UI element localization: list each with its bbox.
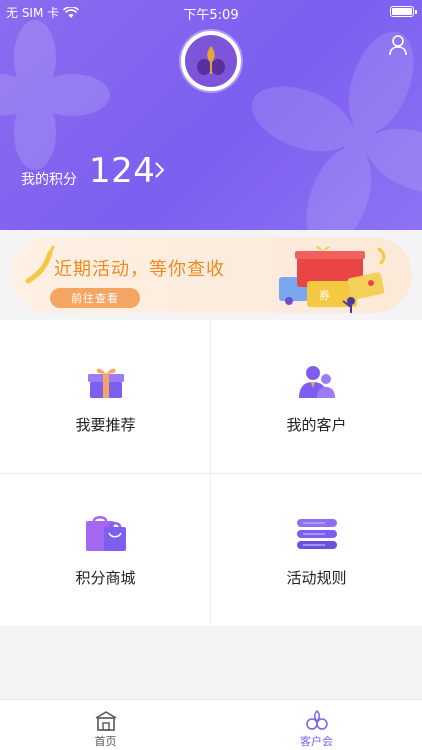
gift-coupon-illustration: 券 <box>279 246 386 313</box>
points-value[interactable]: 124 <box>89 151 155 191</box>
decorative-flower <box>251 31 422 230</box>
gift-icon <box>87 368 124 398</box>
status-time: 下午5:09 <box>183 8 239 23</box>
home-icon <box>95 711 116 731</box>
feature-grid: 我要推荐 我的客户 积分商城 活动规则 <box>0 320 422 626</box>
chevron-right-icon[interactable] <box>152 160 166 180</box>
shopping-bag-icon <box>85 516 126 551</box>
banner-section: 近期活动，等你查收 前往查看 券 <box>0 230 422 320</box>
grid-item-label: 我要推荐 <box>75 416 136 434</box>
grid-item-label: 积分商城 <box>75 569 136 587</box>
decorative-flower <box>0 20 110 170</box>
rules-stack-icon <box>296 519 337 549</box>
points-label: 我的积分 <box>21 172 77 188</box>
grid-item-label: 活动规则 <box>286 569 347 587</box>
user-profile-icon[interactable] <box>388 34 408 56</box>
club-icon <box>305 709 328 730</box>
tab-home[interactable]: 首页 <box>0 700 211 750</box>
tab-bar: 首页 客户会 <box>0 699 422 750</box>
ticket-label: 券 <box>319 288 330 302</box>
activity-banner[interactable]: 近期活动，等你查收 前往查看 券 <box>10 237 412 313</box>
grid-item-label: 我的客户 <box>286 416 347 434</box>
tab-label: 客户会 <box>300 735 333 748</box>
logo-icon <box>197 46 225 75</box>
tab-club[interactable]: 客户会 <box>211 700 422 750</box>
avatar[interactable] <box>181 31 241 91</box>
grid-item-my-customers[interactable]: 我的客户 <box>211 320 422 473</box>
grid-item-activity-rules[interactable]: 活动规则 <box>211 473 422 626</box>
customers-icon <box>298 366 335 398</box>
grid-divider <box>0 473 422 474</box>
grid-item-recommend[interactable]: 我要推荐 <box>0 320 211 473</box>
banner-title: 近期活动，等你查收 <box>54 259 225 280</box>
header: 无 SIM 卡 下午5:09 我的积分 124 <box>0 0 422 230</box>
tab-label: 首页 <box>94 735 117 748</box>
battery-icon <box>390 6 417 17</box>
view-now-button[interactable]: 前往查看 <box>50 288 140 308</box>
grid-item-points-mall[interactable]: 积分商城 <box>0 473 211 626</box>
status-bar: 无 SIM 卡 下午5:09 <box>0 0 422 24</box>
